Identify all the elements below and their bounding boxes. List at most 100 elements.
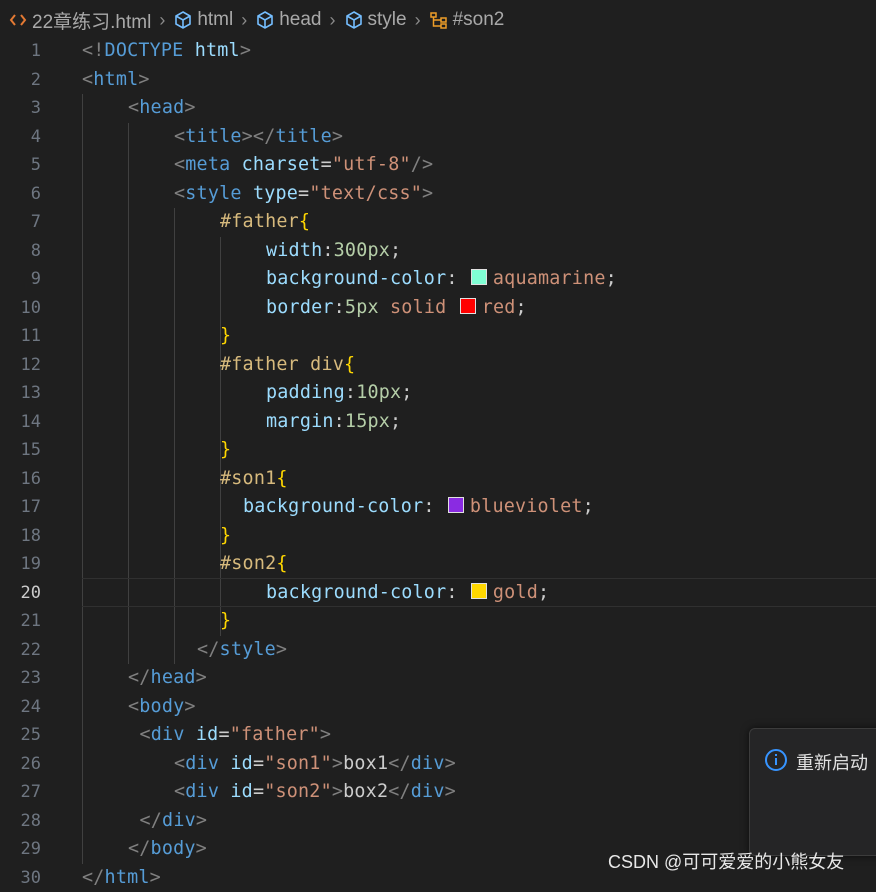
line-number: 10 [0,294,41,323]
line-number: 28 [0,807,41,836]
code-token: border [266,297,334,318]
code-line[interactable]: 21} [0,607,876,636]
code-line[interactable]: 3<head> [0,94,876,123]
code-line[interactable]: 24<body> [0,693,876,722]
code-token: #son2 [220,553,276,574]
code-line[interactable]: 18} [0,522,876,551]
code-token: { [276,553,287,574]
code-line[interactable]: 28 </div> [0,807,876,836]
code-token: div [411,781,445,802]
code-token: } [220,525,231,546]
code-token: > [332,753,343,774]
code-line[interactable]: 16#son1{ [0,465,876,494]
code-token: "text/css" [309,183,422,204]
code-token: { [276,468,287,489]
code-token: </ [388,753,411,774]
code-line[interactable]: 22</style> [0,636,876,665]
color-swatch[interactable] [448,497,464,513]
code-token: > [184,696,195,717]
watermark: CSDN @可可爱爱的小熊女友 [608,848,844,874]
code-token: #father div [220,354,344,375]
code-token [230,154,241,175]
code-token: > [196,667,207,688]
line-number: 13 [0,379,41,408]
code-token: head [151,667,196,688]
code-line[interactable]: 23</head> [0,664,876,693]
code-line[interactable]: 1<!DOCTYPE html> [0,37,876,66]
code-line[interactable]: 5<meta charset="utf-8"/> [0,151,876,180]
code-token: ; [390,240,401,261]
code-line[interactable]: 9background-color: aquamarine; [0,265,876,294]
code-line[interactable]: 7#father{ [0,208,876,237]
code-text: </div> [140,807,208,836]
code-text: </style> [197,636,287,665]
code-line[interactable]: 12#father div{ [0,351,876,380]
code-line[interactable]: 15} [0,436,876,465]
code-token: /> [411,154,434,175]
line-number: 12 [0,351,41,380]
element-cube-icon [255,10,275,30]
code-text: </html> [82,864,161,892]
code-text: <body> [128,693,196,722]
notification-toast[interactable]: 重新启动 [749,728,876,856]
breadcrumb-file[interactable]: 22章练习.html [8,7,151,34]
code-token: 15px [345,411,390,432]
code-token: red [482,297,516,318]
breadcrumb-item-html[interactable]: html [173,9,233,31]
code-line[interactable]: 26<div id="son1">box1</div> [0,750,876,779]
code-text: background-color: aquamarine; [266,265,617,294]
color-swatch[interactable] [471,583,487,599]
code-text: <!DOCTYPE html> [82,37,251,66]
chevron-right-icon: › [330,10,336,31]
breadcrumb-item-head[interactable]: head [255,9,321,31]
code-token: } [220,439,231,460]
code-line[interactable]: 8width:300px; [0,237,876,266]
code-token [219,781,230,802]
code-line[interactable]: 14margin:15px; [0,408,876,437]
code-token: = [253,781,264,802]
code-line[interactable]: 4<title></title> [0,123,876,152]
code-token [446,297,457,318]
code-token: </ [197,639,220,660]
code-line[interactable]: 13padding:10px; [0,379,876,408]
code-token: : [322,240,333,261]
code-token: < [174,183,185,204]
code-text: } [220,522,231,551]
code-line[interactable]: 10border:5px solid red; [0,294,876,323]
line-number: 19 [0,550,41,579]
line-number: 6 [0,180,41,209]
code-line[interactable]: 2<html> [0,66,876,95]
code-line[interactable]: 27<div id="son2">box2</div> [0,778,876,807]
breadcrumb-file-label: 22章练习.html [32,7,151,34]
code-token: style [220,639,276,660]
code-line[interactable]: 17background-color: blueviolet; [0,493,876,522]
code-line[interactable]: 20background-color: gold; [0,579,876,608]
code-token: < [174,126,185,147]
code-text: width:300px; [266,237,401,266]
code-token: box1 [343,753,388,774]
code-token: div [162,810,196,831]
code-token: div [411,753,445,774]
code-line[interactable]: 11} [0,322,876,351]
code-text: </body> [128,835,207,864]
color-swatch[interactable] [460,298,476,314]
code-line[interactable]: 25<div id="father"> [0,721,876,750]
breadcrumb-item-son2[interactable]: #son2 [429,9,505,31]
line-number: 11 [0,322,41,351]
breadcrumb: 22章练习.html › html › head › style › #son2 [0,0,876,40]
code-text: <title></title> [174,123,343,152]
code-token: > [240,40,251,61]
code-line[interactable]: 19 #son2{ [0,550,876,579]
code-token: ></ [242,126,276,147]
line-number: 29 [0,835,41,864]
code-editor[interactable]: 1<!DOCTYPE html>2<html>3<head>4<title></… [0,37,876,881]
code-token: 5px [345,297,379,318]
code-line[interactable]: 6 <style type="text/css"> [0,180,876,209]
chevron-right-icon: › [241,10,247,31]
code-text: </head> [128,664,207,693]
code-text: <style type="text/css"> [174,180,433,209]
code-token: gold [493,582,538,603]
code-text: <div id="father"> [140,721,332,750]
breadcrumb-item-style[interactable]: style [344,9,407,31]
color-swatch[interactable] [471,269,487,285]
